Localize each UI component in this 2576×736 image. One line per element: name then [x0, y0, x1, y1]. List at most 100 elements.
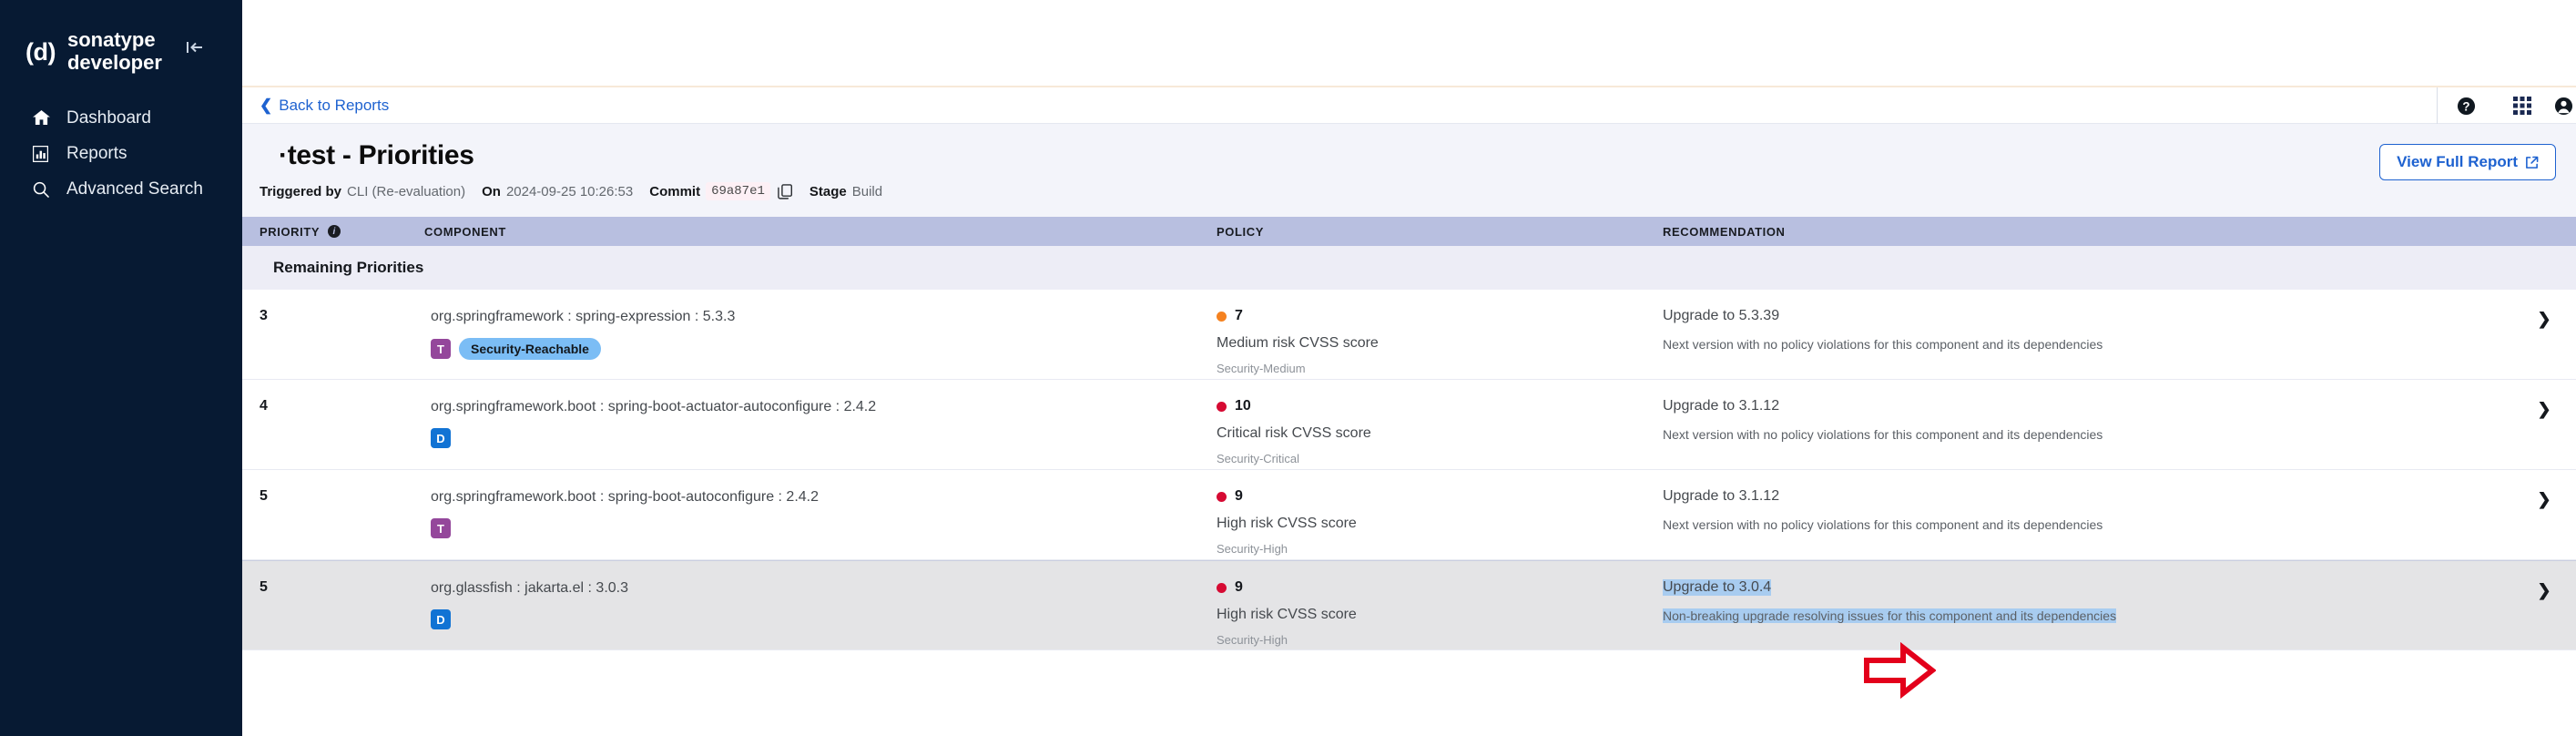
triggered-by-value: CLI (Re-evaluation) — [347, 183, 466, 199]
policy-score-value: 7 — [1235, 308, 1243, 323]
account-icon[interactable] — [2551, 87, 2576, 124]
policy-score-value: 10 — [1235, 398, 1251, 414]
copy-icon[interactable] — [778, 183, 793, 199]
policy-tag: Security-High — [1217, 542, 1288, 556]
collapse-left-icon — [187, 42, 202, 53]
top-icon-group: ? — [2437, 87, 2576, 124]
sidebar-item-advanced-search[interactable]: Advanced Search — [0, 171, 242, 207]
severity-dot-icon — [1217, 582, 1227, 593]
table-body: 3 org.springframework : spring-expression… — [242, 290, 2576, 650]
cell-priority: 5 — [260, 488, 268, 504]
recommendation-title: Upgrade to 3.0.4 — [1663, 579, 1772, 596]
column-header-priority: PRIORITY i — [242, 225, 424, 239]
help-icon[interactable]: ? — [2438, 87, 2494, 124]
page-title: ·test - Priorities — [279, 140, 474, 170]
policy-tag: Security-High — [1217, 633, 1288, 647]
sidebar-item-dashboard[interactable]: Dashboard — [0, 100, 242, 136]
policy-description: Critical risk CVSS score — [1217, 425, 1371, 441]
row-expand-chevron-icon[interactable]: ❯ — [2512, 398, 2576, 419]
priorities-table: PRIORITY i COMPONENT POLICY RECOMMENDATI… — [242, 217, 2576, 736]
table-row[interactable]: 4 org.springframework.boot : spring-boot-… — [242, 380, 2576, 470]
column-header-priority-label: PRIORITY — [260, 224, 321, 239]
back-to-reports-link[interactable]: ❮ Back to Reports — [260, 97, 389, 115]
policy-score: 9 — [1217, 579, 1663, 596]
app-root: (d) sonatype developer Dashboard Reports… — [0, 0, 2576, 736]
cell-recommendation: Upgrade to 3.1.12 Next version with no po… — [1663, 398, 2512, 444]
cell-priority: 3 — [260, 308, 268, 323]
badge-t-icon[interactable]: T — [431, 518, 451, 539]
component-name: org.springframework.boot : spring-boot-a… — [431, 399, 877, 414]
policy-tag: Security-Critical — [1217, 452, 1300, 465]
table-row[interactable]: 5 org.springframework.boot : spring-boot-… — [242, 470, 2576, 560]
sidebar-item-reports[interactable]: Reports — [0, 136, 242, 171]
view-full-report-button[interactable]: View Full Report — [2379, 144, 2556, 180]
severity-dot-icon — [1217, 491, 1227, 502]
back-to-reports-label: Back to Reports — [279, 96, 390, 114]
table-row[interactable]: 5 org.glassfish : jakarta.el : 3.0.3 D 9 Hig… — [242, 560, 2576, 650]
recommendation-title: Upgrade to 3.1.12 — [1663, 398, 1780, 414]
badge-d-icon[interactable]: D — [431, 609, 451, 630]
severity-dot-icon — [1217, 401, 1227, 412]
policy-score: 10 — [1217, 398, 1663, 414]
component-badges: D — [431, 428, 1217, 449]
cell-policy: 9 High risk CVSS score Security-High — [1217, 579, 1663, 647]
help-circle-icon: ? — [2457, 97, 2475, 115]
collapse-sidebar-icon[interactable] — [186, 40, 206, 58]
badge-t-icon[interactable]: T — [431, 339, 451, 360]
cell-policy: 7 Medium risk CVSS score Security-Medium — [1217, 308, 1663, 375]
recommendation-title: Upgrade to 5.3.39 — [1663, 308, 1780, 323]
table-group-header: Remaining Priorities — [242, 246, 2576, 290]
apps-grid-icon[interactable] — [2494, 87, 2551, 124]
column-header-component: COMPONENT — [424, 224, 506, 239]
row-expand-chevron-icon[interactable]: ❯ — [2512, 308, 2576, 329]
search-icon — [33, 180, 56, 199]
cell-component: org.glassfish : jakarta.el : 3.0.3 D — [424, 579, 1217, 630]
component-name: org.springframework : spring-expression … — [431, 309, 736, 324]
row-expand-chevron-icon[interactable]: ❯ — [2512, 488, 2576, 509]
policy-score: 9 — [1217, 488, 1663, 505]
sidebar-item-label: Dashboard — [66, 107, 151, 128]
security-reachable-pill[interactable]: Security-Reachable — [459, 338, 601, 361]
badge-d-icon[interactable]: D — [431, 428, 451, 449]
main-content: ❮ Back to Reports ? ·test - Priorities T… — [242, 0, 2576, 736]
chevron-left-icon: ❮ — [260, 97, 273, 114]
table-row[interactable]: 3 org.springframework : spring-expression… — [242, 290, 2576, 380]
commit-hash: 69a87e1 — [706, 182, 770, 200]
cell-recommendation: Upgrade to 3.0.4 Non-breaking upgrade res… — [1663, 579, 2512, 625]
brand-line-1: sonatype — [66, 28, 156, 52]
brand: (d) sonatype developer — [0, 0, 242, 78]
component-name: org.springframework.boot : spring-boot-a… — [431, 489, 820, 505]
column-header-policy: POLICY — [1217, 224, 1264, 239]
external-link-icon — [2526, 156, 2539, 169]
sidebar: (d) sonatype developer Dashboard Reports… — [0, 0, 242, 736]
cell-policy: 9 High risk CVSS score Security-High — [1217, 488, 1663, 556]
policy-description: Medium risk CVSS score — [1217, 335, 1379, 351]
cell-priority: 5 — [260, 579, 268, 595]
commit-label: Commit — [649, 183, 701, 199]
sidebar-item-label: Reports — [66, 143, 127, 163]
user-circle-icon — [2554, 97, 2572, 115]
recommendation-title: Upgrade to 3.1.12 — [1663, 488, 1780, 504]
stage-label: Stage — [809, 183, 847, 199]
report-header: ·test - Priorities Triggered by CLI (Re-… — [242, 124, 2576, 217]
policy-score-value: 9 — [1235, 579, 1243, 595]
cell-component: org.springframework.boot : spring-boot-a… — [424, 488, 1217, 539]
cell-component: org.springframework.boot : spring-boot-a… — [424, 398, 1217, 449]
stage-value: Build — [851, 183, 883, 199]
cell-recommendation: Upgrade to 3.1.12 Next version with no po… — [1663, 488, 2512, 534]
severity-dot-icon — [1217, 311, 1227, 322]
on-label: On — [482, 183, 501, 199]
policy-score: 7 — [1217, 308, 1663, 324]
sidebar-item-label: Advanced Search — [66, 179, 203, 199]
view-full-report-label: View Full Report — [2397, 153, 2518, 170]
recommendation-subtitle: Next version with no policy violations f… — [1663, 337, 2103, 352]
on-value: 2024-09-25 10:26:53 — [505, 183, 634, 199]
sonatype-logo-icon: (d) — [25, 37, 56, 66]
recommendation-subtitle: Next version with no policy violations f… — [1663, 427, 2103, 442]
info-icon[interactable]: i — [328, 225, 341, 238]
copy-glyph-icon — [778, 183, 792, 199]
policy-tag: Security-Medium — [1217, 362, 1306, 375]
row-expand-chevron-icon[interactable]: ❯ — [2512, 579, 2576, 600]
chart-bar-icon — [33, 145, 56, 163]
cell-recommendation: Upgrade to 5.3.39 Next version with no po… — [1663, 308, 2512, 353]
